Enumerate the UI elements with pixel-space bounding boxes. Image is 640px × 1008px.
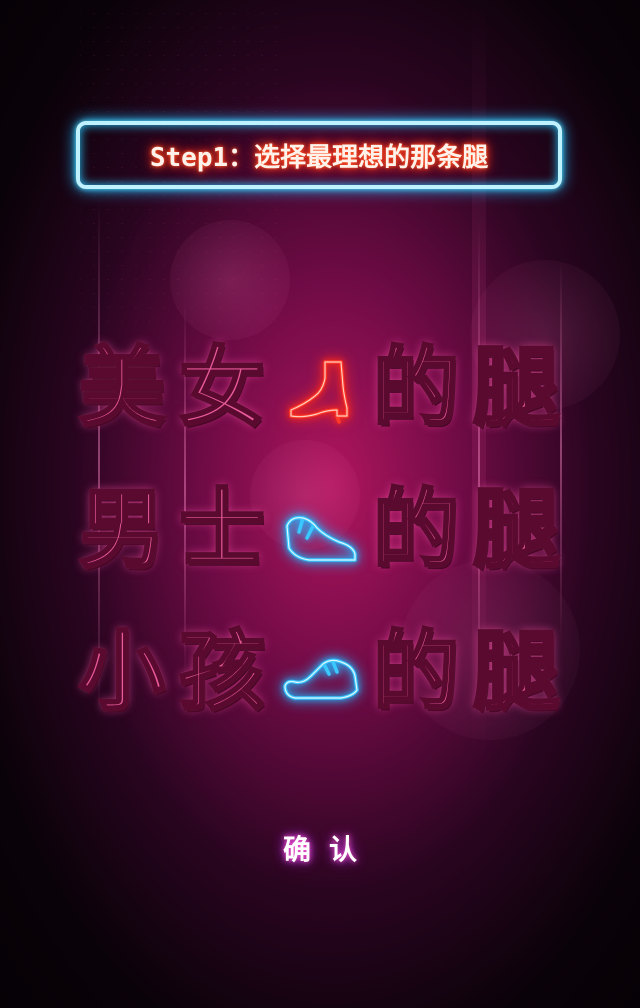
marquee-char: 腿 [470, 479, 562, 582]
step-banner: Step1：选择最理想的那条腿 [76, 121, 562, 189]
confirm-button-label: 确认 [282, 833, 375, 866]
marquee-char: 女 [176, 337, 268, 440]
option-woman-leg[interactable]: 美 女 的 腿 [76, 330, 566, 450]
kids-shoe-icon [281, 640, 361, 710]
marquee-char: 美 [76, 337, 168, 440]
marquee-char: 男 [76, 479, 168, 582]
option-man-leg[interactable]: 男 士 的 腿 [76, 472, 566, 592]
marquee-char: 小 [76, 621, 168, 724]
step-banner-text: Step1：选择最理想的那条腿 [149, 142, 489, 173]
marquee-char: 腿 [470, 621, 562, 724]
confirm-button[interactable]: 确认 [250, 820, 390, 876]
high-heel-boot-icon [281, 356, 361, 426]
marquee-char: 的 [370, 621, 462, 724]
marquee-char: 士 [176, 479, 268, 582]
option-kid-leg[interactable]: 小 孩 的 腿 [76, 614, 566, 734]
marquee-char: 的 [370, 337, 462, 440]
marquee-char: 的 [370, 479, 462, 582]
marquee-char: 孩 [176, 621, 268, 724]
sneaker-icon [281, 498, 361, 568]
marquee-char: 腿 [470, 337, 562, 440]
